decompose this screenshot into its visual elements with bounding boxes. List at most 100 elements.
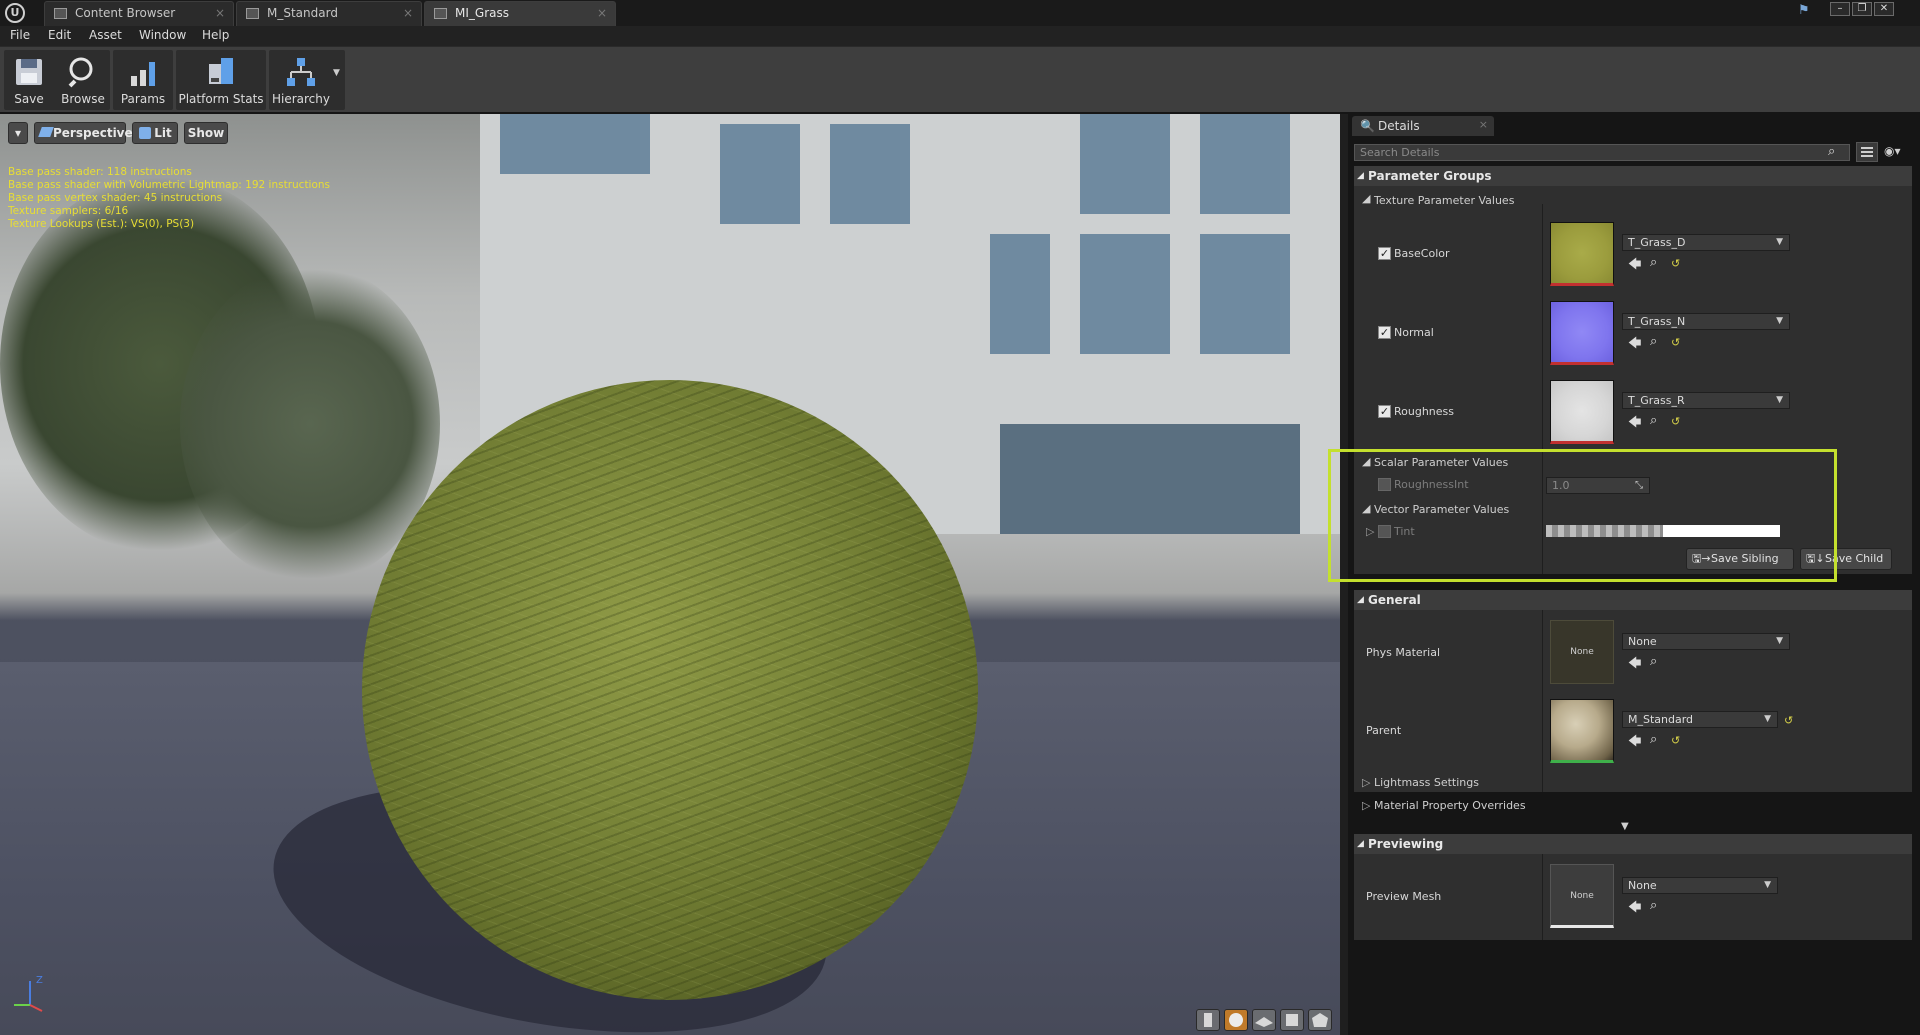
search-details-input[interactable]: Search Details — [1354, 144, 1850, 161]
normal-thumbnail[interactable] — [1550, 301, 1614, 365]
reset-to-default-icon[interactable]: ↺ — [1671, 336, 1680, 349]
hierarchy-dropdown-icon[interactable]: ▼ — [333, 68, 340, 78]
browse-magnifier-icon[interactable]: ⌕ — [1650, 898, 1657, 913]
building-window — [1000, 424, 1300, 534]
use-selected-arrow-icon[interactable]: 🡄 — [1628, 898, 1641, 920]
perspective-label: Perspective — [53, 126, 133, 140]
roughness-asset-combo[interactable]: T_Grass_R ▼ — [1622, 392, 1790, 409]
menu-edit[interactable]: Edit — [48, 28, 71, 42]
menu-window[interactable]: Window — [139, 28, 186, 42]
chevron-down-icon: ▼ — [1776, 237, 1783, 247]
parent-thumbnail[interactable] — [1550, 699, 1614, 763]
use-selected-arrow-icon[interactable]: 🡄 — [1628, 413, 1641, 435]
menu-help[interactable]: Help — [202, 28, 229, 42]
parameter-groups-label: Parameter Groups — [1368, 169, 1492, 183]
tab-content-browser[interactable]: Content Browser × — [44, 1, 234, 26]
close-icon[interactable]: × — [597, 2, 607, 25]
minimize-button[interactable]: – — [1830, 2, 1850, 16]
browse-button[interactable]: Browse — [56, 50, 110, 110]
general-header[interactable]: ◢ General — [1354, 590, 1912, 610]
roughness-thumbnail[interactable] — [1550, 380, 1614, 444]
show-button[interactable]: Show — [184, 122, 228, 144]
reset-to-default-icon[interactable]: ↺ — [1671, 415, 1680, 428]
advanced-expand-icon[interactable]: ▼ — [1621, 821, 1629, 832]
chevron-down-icon: ▼ — [1776, 636, 1783, 646]
reset-to-default-icon[interactable]: ↺ — [1671, 734, 1680, 747]
material-instance-icon — [434, 8, 447, 19]
chevron-down-icon: ▼ — [1776, 395, 1783, 405]
browse-magnifier-icon[interactable]: ⌕ — [1650, 413, 1657, 428]
preview-plane-button[interactable] — [1252, 1009, 1276, 1031]
browse-magnifier-icon[interactable]: ⌕ — [1650, 255, 1657, 270]
platform-stats-icon — [205, 56, 237, 88]
basecolor-thumbnail[interactable] — [1550, 222, 1614, 286]
parent-combo[interactable]: M_Standard ▼ — [1622, 711, 1778, 728]
close-icon[interactable]: × — [215, 2, 225, 25]
expand-arrow-icon[interactable]: ▷ — [1362, 799, 1370, 812]
maximize-button[interactable]: ❐ — [1852, 2, 1872, 16]
phys-material-combo[interactable]: None ▼ — [1622, 633, 1790, 650]
building-window — [830, 124, 910, 224]
texture-params-label[interactable]: Texture Parameter Values — [1374, 194, 1514, 207]
use-selected-arrow-icon[interactable]: 🡄 — [1628, 732, 1641, 754]
search-icon[interactable]: ⌕ — [1828, 144, 1835, 159]
basecolor-asset-combo[interactable]: T_Grass_D ▼ — [1622, 234, 1790, 251]
notification-icon[interactable]: ⚑ — [1798, 3, 1816, 19]
list-icon — [1861, 147, 1873, 157]
expand-arrow-icon[interactable]: ▷ — [1362, 776, 1370, 789]
perspective-button[interactable]: Perspective — [34, 122, 133, 144]
view-options-button[interactable] — [1856, 142, 1878, 162]
preview-viewport[interactable]: ▾ Perspective Lit Show Base pass shader:… — [0, 114, 1340, 1035]
menu-asset[interactable]: Asset — [89, 28, 122, 42]
preview-cylinder-button[interactable] — [1196, 1009, 1220, 1031]
material-property-overrides-label[interactable]: Material Property Overrides — [1374, 799, 1526, 812]
phys-material-thumbnail[interactable]: None — [1550, 620, 1614, 684]
use-selected-arrow-icon[interactable]: 🡄 — [1628, 654, 1641, 676]
parent-label: Parent — [1366, 724, 1402, 737]
reset-to-default-icon[interactable]: ↺ — [1671, 257, 1680, 270]
preview-cube-button[interactable] — [1280, 1009, 1304, 1031]
use-selected-arrow-icon[interactable]: 🡄 — [1628, 255, 1641, 277]
basecolor-checkbox[interactable]: ✓ — [1378, 247, 1391, 260]
hierarchy-button[interactable]: Hierarchy — [269, 50, 333, 110]
preview-mesh-thumbnail[interactable]: None — [1550, 864, 1614, 928]
eye-icon[interactable]: ◉▾ — [1884, 144, 1901, 158]
previewing-header[interactable]: ◢ Previewing — [1354, 834, 1912, 854]
toolbar: Save Browse Params Platform Stats Hierar… — [0, 46, 1920, 112]
use-selected-arrow-icon[interactable]: 🡄 — [1628, 334, 1641, 356]
browse-magnifier-icon[interactable]: ⌕ — [1650, 732, 1657, 747]
lit-button[interactable]: Lit — [132, 122, 178, 144]
tab-details[interactable]: 🔍 Details × — [1352, 116, 1494, 136]
normal-asset-combo[interactable]: T_Grass_N ▼ — [1622, 313, 1790, 330]
menu-file[interactable]: File — [10, 28, 30, 42]
chevron-down-icon: ▼ — [1764, 714, 1771, 724]
close-window-button[interactable]: ✕ — [1874, 2, 1894, 16]
parameter-groups-header[interactable]: ◢ Parameter Groups — [1354, 166, 1912, 186]
save-icon — [13, 56, 45, 88]
content-browser-icon — [54, 8, 67, 19]
highlight-box — [1328, 449, 1837, 582]
reset-to-default-icon[interactable]: ↺ — [1784, 714, 1793, 727]
preview-mesh-combo[interactable]: None ▼ — [1622, 877, 1778, 894]
lit-icon — [139, 127, 151, 139]
browse-magnifier-icon[interactable]: ⌕ — [1650, 334, 1657, 349]
save-button[interactable]: Save — [4, 50, 54, 110]
roughness-checkbox[interactable]: ✓ — [1378, 405, 1391, 418]
preview-custom-mesh-button[interactable] — [1308, 1009, 1332, 1031]
preview-sphere-button[interactable] — [1224, 1009, 1248, 1031]
viewport-options-button[interactable]: ▾ — [8, 122, 28, 144]
params-button[interactable]: Params — [113, 50, 173, 110]
browse-magnifier-icon[interactable]: ⌕ — [1650, 654, 1657, 669]
normal-checkbox[interactable]: ✓ — [1378, 326, 1391, 339]
close-icon[interactable]: × — [403, 2, 413, 25]
building-window — [500, 114, 650, 174]
lightmass-settings-label[interactable]: Lightmass Settings — [1374, 776, 1479, 789]
platform-stats-button[interactable]: Platform Stats — [176, 50, 266, 110]
tab-m-standard[interactable]: M_Standard × — [236, 1, 422, 26]
column-divider — [1542, 610, 1543, 792]
close-icon[interactable]: × — [1479, 118, 1488, 131]
normal-value: T_Grass_N — [1628, 315, 1686, 328]
lit-label: Lit — [154, 126, 172, 140]
tab-mi-grass[interactable]: MI_Grass × — [424, 1, 616, 26]
normal-label: Normal — [1394, 326, 1434, 339]
